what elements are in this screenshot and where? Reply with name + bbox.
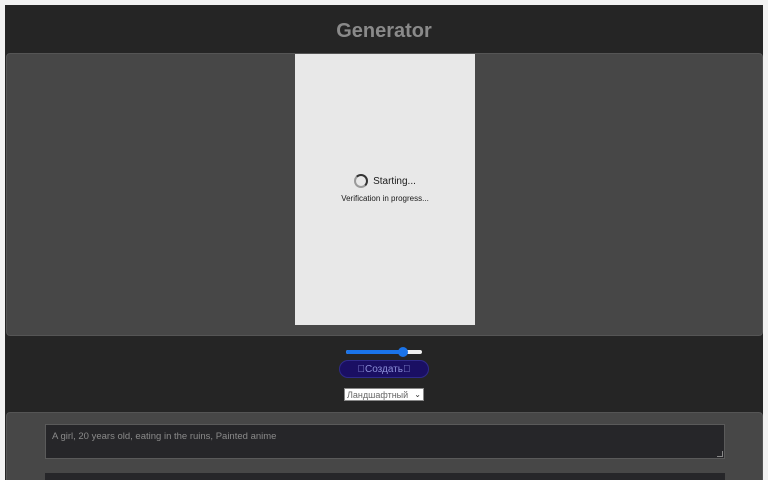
secondary-input-bar[interactable] — [45, 473, 725, 480]
page-title: Generator — [336, 20, 432, 42]
prompt-panel: A girl, 20 years old, eating in the ruin… — [6, 412, 763, 480]
create-button[interactable]:  Создать  — [339, 360, 429, 378]
verification-subtext: Verification in progress... — [341, 194, 429, 203]
verification-status-text: Starting... — [373, 175, 416, 187]
strength-slider[interactable] — [346, 346, 422, 358]
preview-panel: Starting... Verification in progress... — [6, 53, 763, 336]
aspect-ratio-select[interactable]: Ландшафтный ⌄ — [344, 388, 424, 401]
prompt-input[interactable]: A girl, 20 years old, eating in the ruin… — [45, 424, 725, 459]
slider-thumb[interactable] — [398, 347, 408, 357]
aspect-ratio-selected: Ландшафтный — [347, 389, 409, 400]
verification-widget[interactable]: Starting... Verification in progress... — [295, 54, 475, 325]
loading-spinner-icon — [354, 174, 369, 188]
verification-status: Starting... — [295, 174, 475, 188]
app-window: Generator Starting... Verification in pr… — [5, 5, 763, 480]
chevron-down-icon: ⌄ — [414, 390, 421, 399]
resize-grip-icon[interactable] — [717, 451, 723, 457]
slider-fill — [346, 350, 403, 354]
